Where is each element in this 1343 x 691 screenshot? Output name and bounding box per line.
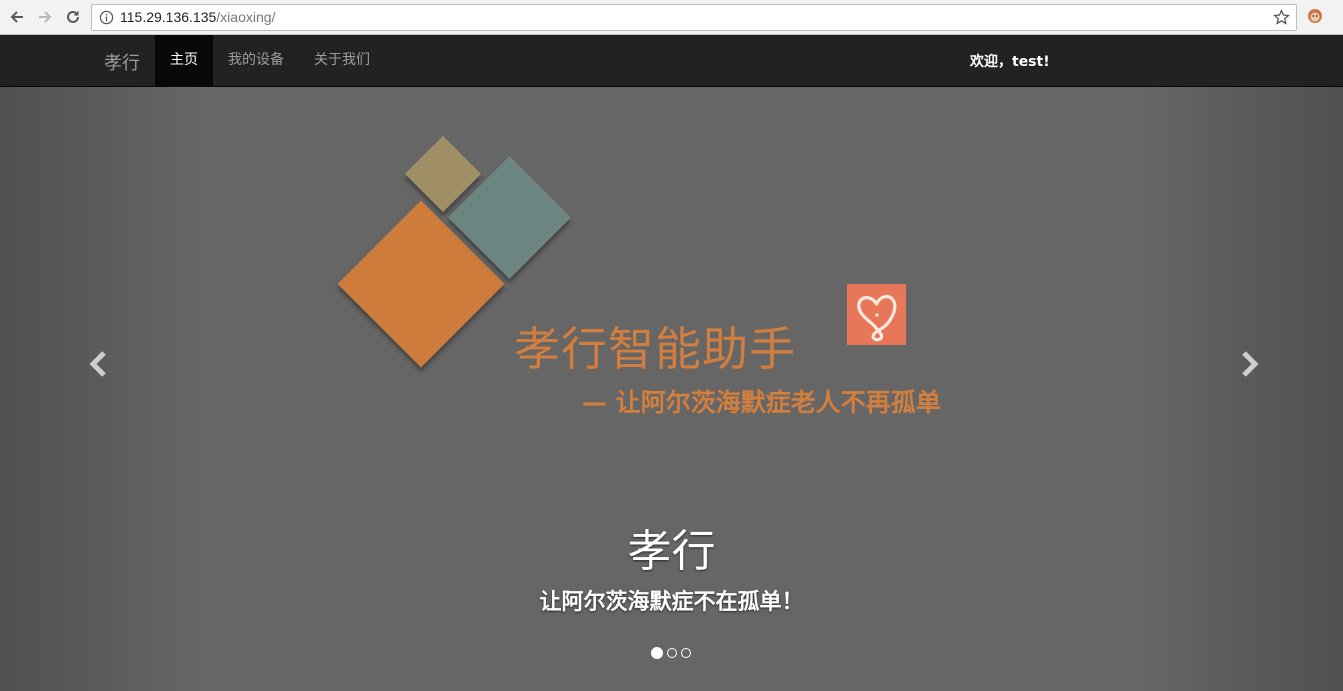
nav-item-home[interactable]: 主页: [155, 35, 213, 86]
welcome-text: 欢迎，test!: [970, 54, 1050, 70]
url-text: 115.29.136.135/xiaoxing/: [120, 9, 275, 25]
carousel-next-button[interactable]: [1234, 349, 1264, 379]
caption-title: 孝行: [627, 526, 716, 577]
carousel-indicator-1[interactable]: [651, 647, 663, 659]
carousel-indicator-3[interactable]: [681, 648, 691, 658]
carousel-indicators: [651, 647, 691, 659]
heart-app-icon: [847, 284, 906, 345]
navbar-brand[interactable]: 孝行: [104, 49, 140, 75]
forward-arrow-icon[interactable]: [34, 6, 56, 28]
banner-subtitle: — 让阿尔茨海默症老人不再孤单: [582, 388, 941, 417]
caption-subtitle: 让阿尔茨海默症不在孤单！: [539, 590, 804, 615]
address-bar[interactable]: 115.29.136.135/xiaoxing/: [91, 4, 1297, 31]
carousel-indicator-2[interactable]: [667, 648, 677, 658]
chevron-right-icon: [1242, 351, 1259, 377]
bookmark-star-icon[interactable]: [1273, 9, 1290, 26]
url-path: /xiaoxing/: [216, 9, 276, 25]
url-host: 115.29.136.135: [120, 9, 217, 25]
back-arrow-icon[interactable]: [6, 6, 28, 28]
nav-item-my-devices[interactable]: 我的设备: [213, 35, 299, 86]
nav-item-about-us[interactable]: 关于我们: [299, 35, 385, 86]
carousel-prev-button[interactable]: [84, 349, 114, 379]
site-navbar: 孝行 主页 我的设备 关于我们 欢迎，test!: [0, 35, 1343, 87]
banner-title: 孝行智能助手: [514, 322, 796, 376]
browser-toolbar: 115.29.136.135/xiaoxing/: [0, 0, 1343, 35]
chevron-left-icon: [89, 351, 106, 377]
reload-icon[interactable]: [62, 6, 84, 28]
carousel: 孝行智能助手 — 让阿尔茨海默症老人不再孤单 孝行 让阿尔茨海默症不在孤单！: [0, 87, 1343, 691]
info-icon[interactable]: [99, 10, 114, 25]
extension-monkey-icon[interactable]: [1305, 6, 1325, 26]
